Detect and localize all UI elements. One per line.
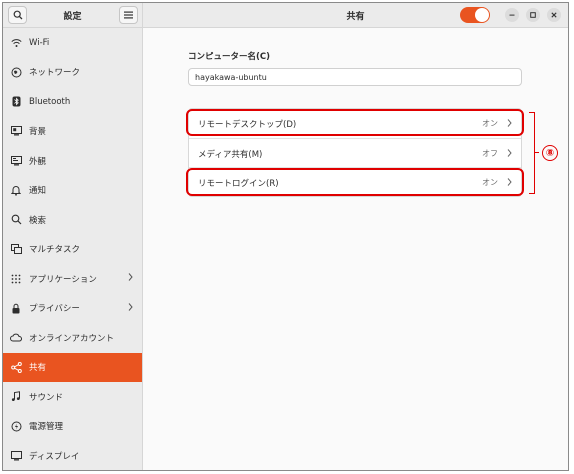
sidebar-item-label: アプリケーション — [29, 274, 97, 285]
power-icon — [10, 420, 22, 432]
multitask-icon — [10, 243, 22, 255]
sidebar-header: 設定 — [3, 3, 142, 28]
hamburger-icon — [124, 11, 133, 19]
sidebar-item-label: Wi-Fi — [29, 37, 50, 48]
computer-name-label: コンピューター名(C) — [188, 52, 271, 62]
sidebar-item-label: ディスプレイ — [29, 451, 80, 462]
search-icon — [10, 214, 22, 226]
cloud-icon — [10, 332, 22, 344]
minimize-icon — [509, 14, 515, 16]
lock-icon — [10, 302, 22, 314]
music-note-icon — [10, 391, 22, 403]
annotation-marker: ⑧ — [542, 145, 558, 161]
bell-icon — [10, 184, 22, 196]
computer-name-field[interactable] — [188, 68, 522, 86]
apps-grid-icon — [10, 273, 22, 285]
network-icon — [10, 66, 22, 78]
sidebar-item-11[interactable]: 共有 — [3, 352, 142, 382]
sidebar-item-label: 背景 — [29, 127, 47, 138]
sidebar-item-8[interactable]: アプリケーション — [3, 264, 142, 294]
sidebar-item-7[interactable]: マルチタスク — [3, 235, 142, 265]
toggle-knob — [475, 8, 489, 22]
settings-window: 設定 Wi-Fi ネットワーク Bluetooth 背景外観通知検索マルチタスクアプリ… — [2, 2, 569, 471]
maximize-icon — [530, 12, 536, 18]
sidebar-item-1[interactable]: ネットワーク — [3, 58, 142, 88]
appearance-icon — [10, 155, 22, 167]
sidebar-item-0[interactable]: Wi-Fi — [3, 28, 142, 58]
sidebar-item-label: ネットワーク — [29, 68, 81, 79]
minimize-button[interactable] — [505, 8, 519, 22]
sidebar-item-14[interactable]: ディスプレイ — [3, 441, 142, 470]
sidebar-item-13[interactable]: 電源管理 — [3, 412, 142, 442]
sidebar: 設定 Wi-Fi ネットワーク Bluetooth 背景外観通知検索マルチタスクアプリ… — [3, 3, 143, 470]
sidebar-item-label: サウンド — [29, 392, 64, 403]
sidebar-item-label: プライバシー — [29, 304, 80, 315]
sidebar-item-label: 電源管理 — [29, 422, 64, 433]
share-icon — [10, 361, 22, 373]
close-button[interactable] — [547, 8, 561, 22]
sharing-panel: コンピューター名(C) リモートデスクトップ(D) オン メディア共有(M) オ… — [143, 28, 568, 470]
sidebar-item-label: マルチタスク — [29, 245, 81, 256]
highlight-remote-login — [186, 168, 524, 196]
main-header: 共有 — [143, 3, 568, 28]
sidebar-item-10[interactable]: オンラインアカウント — [3, 323, 142, 353]
list-item-media-sharing[interactable]: メディア共有(M) オフ — [189, 139, 521, 168]
sidebar-item-12[interactable]: サウンド — [3, 382, 142, 412]
sidebar-item-label: オンラインアカウント — [29, 333, 115, 344]
sidebar-item-label: 通知 — [29, 186, 47, 197]
sidebar-item-4[interactable]: 外観 — [3, 146, 142, 176]
close-icon — [551, 12, 557, 18]
menu-button[interactable] — [119, 6, 138, 24]
sidebar-item-9[interactable]: プライバシー — [3, 294, 142, 324]
background-icon — [10, 125, 22, 137]
chevron-right-icon — [128, 302, 133, 314]
chevron-right-icon — [507, 148, 512, 157]
maximize-button[interactable] — [526, 8, 540, 22]
media-sharing-label: メディア共有(M) — [198, 149, 263, 160]
sidebar-item-3[interactable]: 背景 — [3, 117, 142, 147]
sidebar-item-5[interactable]: 通知 — [3, 176, 142, 206]
sidebar-item-label: Bluetooth — [29, 96, 71, 107]
sharing-toggle[interactable] — [460, 7, 490, 23]
sidebar-item-label: 検索 — [29, 215, 47, 226]
display-icon — [10, 450, 22, 462]
media-sharing-status: オフ — [482, 148, 498, 158]
annotation-bracket-tick — [535, 152, 539, 153]
chevron-right-icon — [128, 273, 133, 284]
sidebar-item-label: 外観 — [29, 156, 47, 167]
bluetooth-icon — [10, 96, 22, 108]
sidebar-item-2[interactable]: Bluetooth — [3, 87, 142, 117]
annotation-bracket — [529, 112, 535, 194]
wifi-icon — [10, 37, 22, 49]
sidebar-item-6[interactable]: 検索 — [3, 205, 142, 235]
sidebar-nav: Wi-Fi ネットワーク Bluetooth 背景外観通知検索マルチタスクアプリケーシ… — [3, 28, 142, 470]
sidebar-item-label: 共有 — [29, 363, 47, 374]
highlight-remote-desktop — [186, 109, 524, 136]
